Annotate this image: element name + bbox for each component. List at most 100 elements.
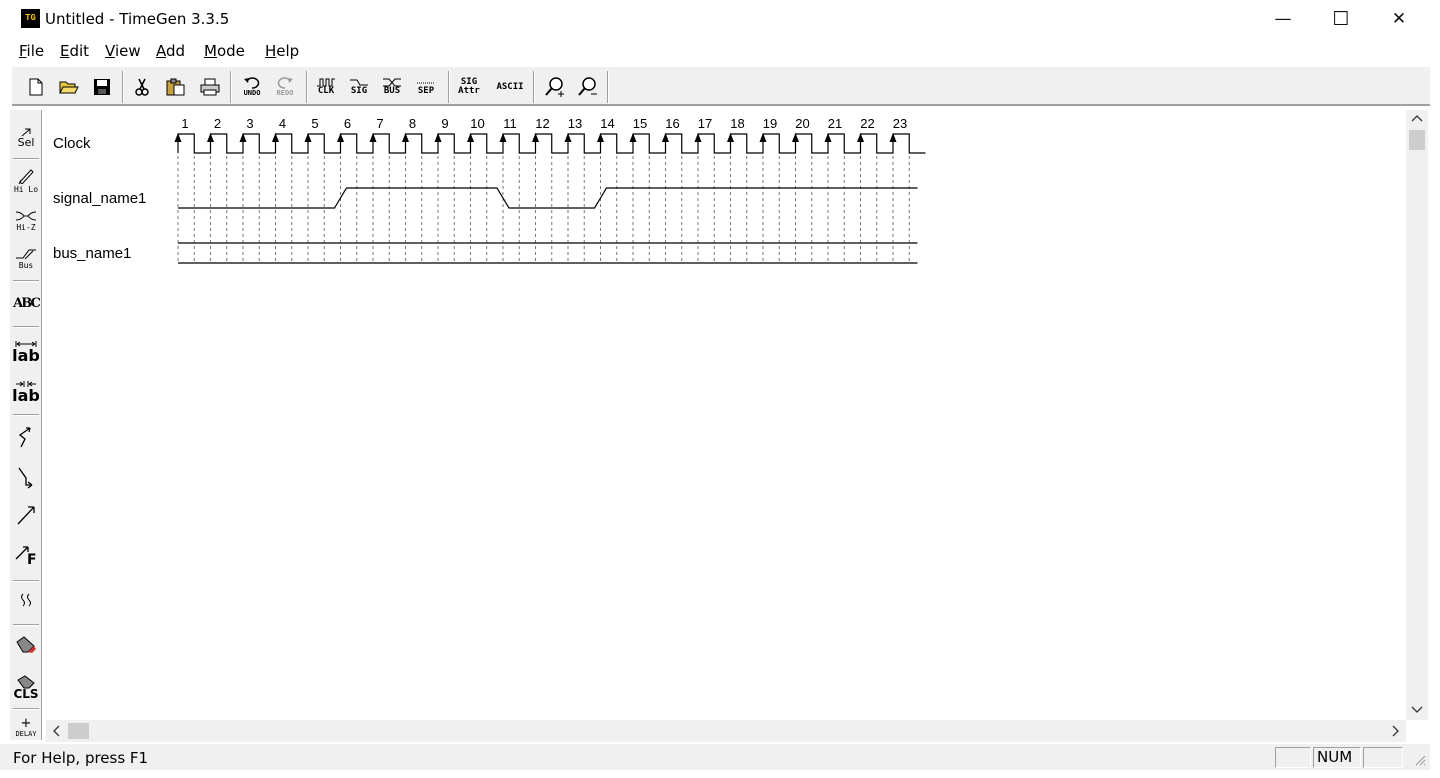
status-bar: For Help, press F1 NUM <box>0 744 1430 770</box>
cycle-number: 11 <box>503 116 517 131</box>
status-panel-num: NUM <box>1313 747 1361 768</box>
scroll-down-icon[interactable] <box>1406 702 1428 716</box>
cut-button[interactable] <box>126 72 158 102</box>
clock-waveform <box>177 133 926 154</box>
hi-lo-tool[interactable]: Hi Lo <box>10 164 42 198</box>
cycle-number: 16 <box>665 116 679 131</box>
zoom-in-button[interactable] <box>539 72 571 102</box>
signal-waveform <box>178 187 918 209</box>
clear-screen-label: CLS <box>13 687 39 701</box>
add-bus-button[interactable]: BUS <box>376 72 408 102</box>
tool-separator <box>13 414 39 416</box>
bus-tool-label: Bus <box>18 260 34 270</box>
cycle-number: 14 <box>600 116 614 131</box>
scroll-right-icon[interactable] <box>1388 720 1402 742</box>
minimize-button[interactable]: — <box>1254 0 1312 38</box>
cycle-number: 2 <box>214 116 221 131</box>
menu-help[interactable]: Help <box>265 42 299 60</box>
cycle-number: 13 <box>568 116 582 131</box>
toolbar-separator <box>230 71 232 103</box>
menu-view[interactable]: View <box>105 42 141 60</box>
arrow-tool[interactable] <box>10 498 42 532</box>
horizontal-scroll-thumb[interactable] <box>68 723 89 739</box>
folder-open-icon <box>59 81 79 94</box>
tool-separator <box>13 624 39 626</box>
scroll-left-icon[interactable] <box>50 720 64 742</box>
add-clock-button[interactable]: CLK <box>310 72 342 102</box>
cycle-number: 15 <box>633 116 647 131</box>
step-arrow-tool[interactable] <box>10 460 42 494</box>
redo-button[interactable]: REDO <box>269 72 301 102</box>
bus-tool[interactable]: Bus <box>10 242 42 276</box>
tool-separator <box>13 280 39 282</box>
window-title: Untitled - TimeGen 3.3.5 <box>45 10 230 28</box>
menu-mode[interactable]: Mode <box>204 42 245 60</box>
new-file-button[interactable] <box>20 72 52 102</box>
clear-screen-tool[interactable]: CLS <box>10 670 42 704</box>
label-width-tool[interactable]: lab <box>10 334 42 368</box>
hi-lo-label: Hi Lo <box>13 184 39 194</box>
menu-add[interactable]: Add <box>156 42 185 60</box>
text-tool-label: ABC <box>13 295 41 311</box>
signal-attributes-button[interactable]: SIG Attr <box>453 72 485 102</box>
redo-label: REDO <box>276 88 294 97</box>
cycle-number: 20 <box>795 116 809 131</box>
diagonal-arrow-icon <box>17 506 35 525</box>
printer-icon <box>200 78 220 96</box>
scroll-up-icon[interactable] <box>1406 112 1428 126</box>
open-button[interactable] <box>53 72 85 102</box>
hi-z-icon <box>15 211 37 220</box>
maximize-button[interactable]: ☐ <box>1312 0 1370 38</box>
save-button[interactable] <box>86 72 118 102</box>
select-tool[interactable]: Sel <box>10 120 42 154</box>
label-tool-label-2: lab <box>12 385 40 405</box>
cycle-number: 23 <box>893 116 907 131</box>
tool-palette: Sel Hi Lo Hi-Z Bus ABC lab lab F CLS + D… <box>10 110 42 740</box>
tool-separator <box>13 158 39 160</box>
label-gap-tool[interactable]: lab <box>10 374 42 408</box>
bus-draw-icon <box>16 249 36 259</box>
vertical-scrollbar[interactable] <box>1406 110 1428 720</box>
menu-edit[interactable]: Edit <box>60 42 89 60</box>
hi-z-tool[interactable]: Hi-Z <box>10 204 42 238</box>
status-help-text: For Help, press F1 <box>13 749 149 767</box>
menu-file[interactable]: File <box>19 42 44 60</box>
clk-label: CLK <box>317 86 335 96</box>
text-tool[interactable]: ABC <box>10 286 42 320</box>
clipboard-icon <box>166 78 185 96</box>
ascii-button[interactable]: ASCII <box>493 72 527 102</box>
paste-button[interactable] <box>160 72 192 102</box>
curved-arrow-icon <box>18 427 31 448</box>
add-separator-button[interactable]: SEP <box>410 72 442 102</box>
hi-z-label: Hi-Z <box>16 222 36 232</box>
erase-tool[interactable] <box>10 628 42 662</box>
label-tool-label-1: lab <box>12 345 40 365</box>
cycle-number: 18 <box>730 116 744 131</box>
cycle-number: 6 <box>344 116 351 131</box>
add-signal-button[interactable]: SIG <box>343 72 375 102</box>
cycle-number: 21 <box>828 116 842 131</box>
status-panel-scroll <box>1363 747 1403 768</box>
cycle-number: 19 <box>763 116 777 131</box>
tool-separator <box>13 326 39 328</box>
zoom-out-button[interactable] <box>572 72 604 102</box>
cycle-number: 5 <box>311 116 318 131</box>
undo-button[interactable]: UNDO <box>236 72 268 102</box>
select-arrow-icon <box>21 128 31 136</box>
flip-flop-tool[interactable]: F <box>10 538 42 572</box>
timegen-window: TG Untitled - TimeGen 3.3.5 — ☐ ✕ File E… <box>0 0 1440 778</box>
print-button[interactable] <box>194 72 226 102</box>
timing-diagram-canvas[interactable]: Clock signal_name1 bus_name1 1 2 3 4 5 6 7 8 9 10… <box>46 110 1406 720</box>
vertical-scroll-thumb[interactable] <box>1409 130 1425 150</box>
delay-tool[interactable]: + DELAY <box>10 712 42 746</box>
resize-grip-icon[interactable] <box>1414 754 1426 766</box>
waveforms: 1 2 3 4 5 6 7 8 9 10 11 12 13 14 15 16 17 18 19 20 21 22 23 <box>174 116 926 264</box>
tool-separator <box>13 708 39 710</box>
scissors-icon <box>135 78 149 96</box>
cycle-number: 1 <box>181 116 188 131</box>
curve-arrow-tool[interactable] <box>10 420 42 454</box>
horizontal-scrollbar[interactable] <box>46 720 1406 742</box>
break-tool[interactable] <box>10 584 42 618</box>
new-file-icon <box>29 78 43 96</box>
close-button[interactable]: ✕ <box>1370 0 1428 38</box>
